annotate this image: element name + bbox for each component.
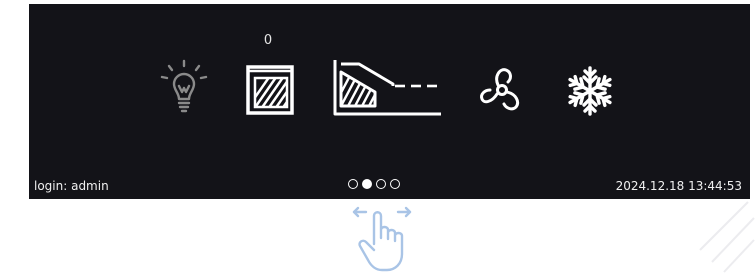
page-dot-3[interactable] bbox=[376, 179, 386, 189]
door-open-icon[interactable] bbox=[242, 61, 298, 117]
snowflake-icon[interactable] bbox=[563, 64, 617, 118]
swipe-hand-icon bbox=[352, 206, 412, 272]
lightbulb-icon[interactable] bbox=[159, 59, 209, 117]
login-status: login: admin bbox=[34, 179, 109, 193]
fan-icon[interactable] bbox=[476, 64, 528, 116]
page-dot-1[interactable] bbox=[348, 179, 358, 189]
controller-display: 0 login: admin 2024.12.18 13:44:53 bbox=[29, 4, 750, 199]
screen: 0 login: admin 2024.12.18 13:44:53 bbox=[0, 0, 756, 278]
watermark-mark bbox=[699, 201, 755, 273]
ramp-profile-icon[interactable] bbox=[329, 56, 449, 118]
page-indicator[interactable] bbox=[348, 179, 400, 189]
door-counter: 0 bbox=[263, 33, 273, 48]
page-dot-4[interactable] bbox=[390, 179, 400, 189]
page-dot-2-active[interactable] bbox=[362, 179, 372, 189]
datetime-display: 2024.12.18 13:44:53 bbox=[615, 179, 742, 193]
